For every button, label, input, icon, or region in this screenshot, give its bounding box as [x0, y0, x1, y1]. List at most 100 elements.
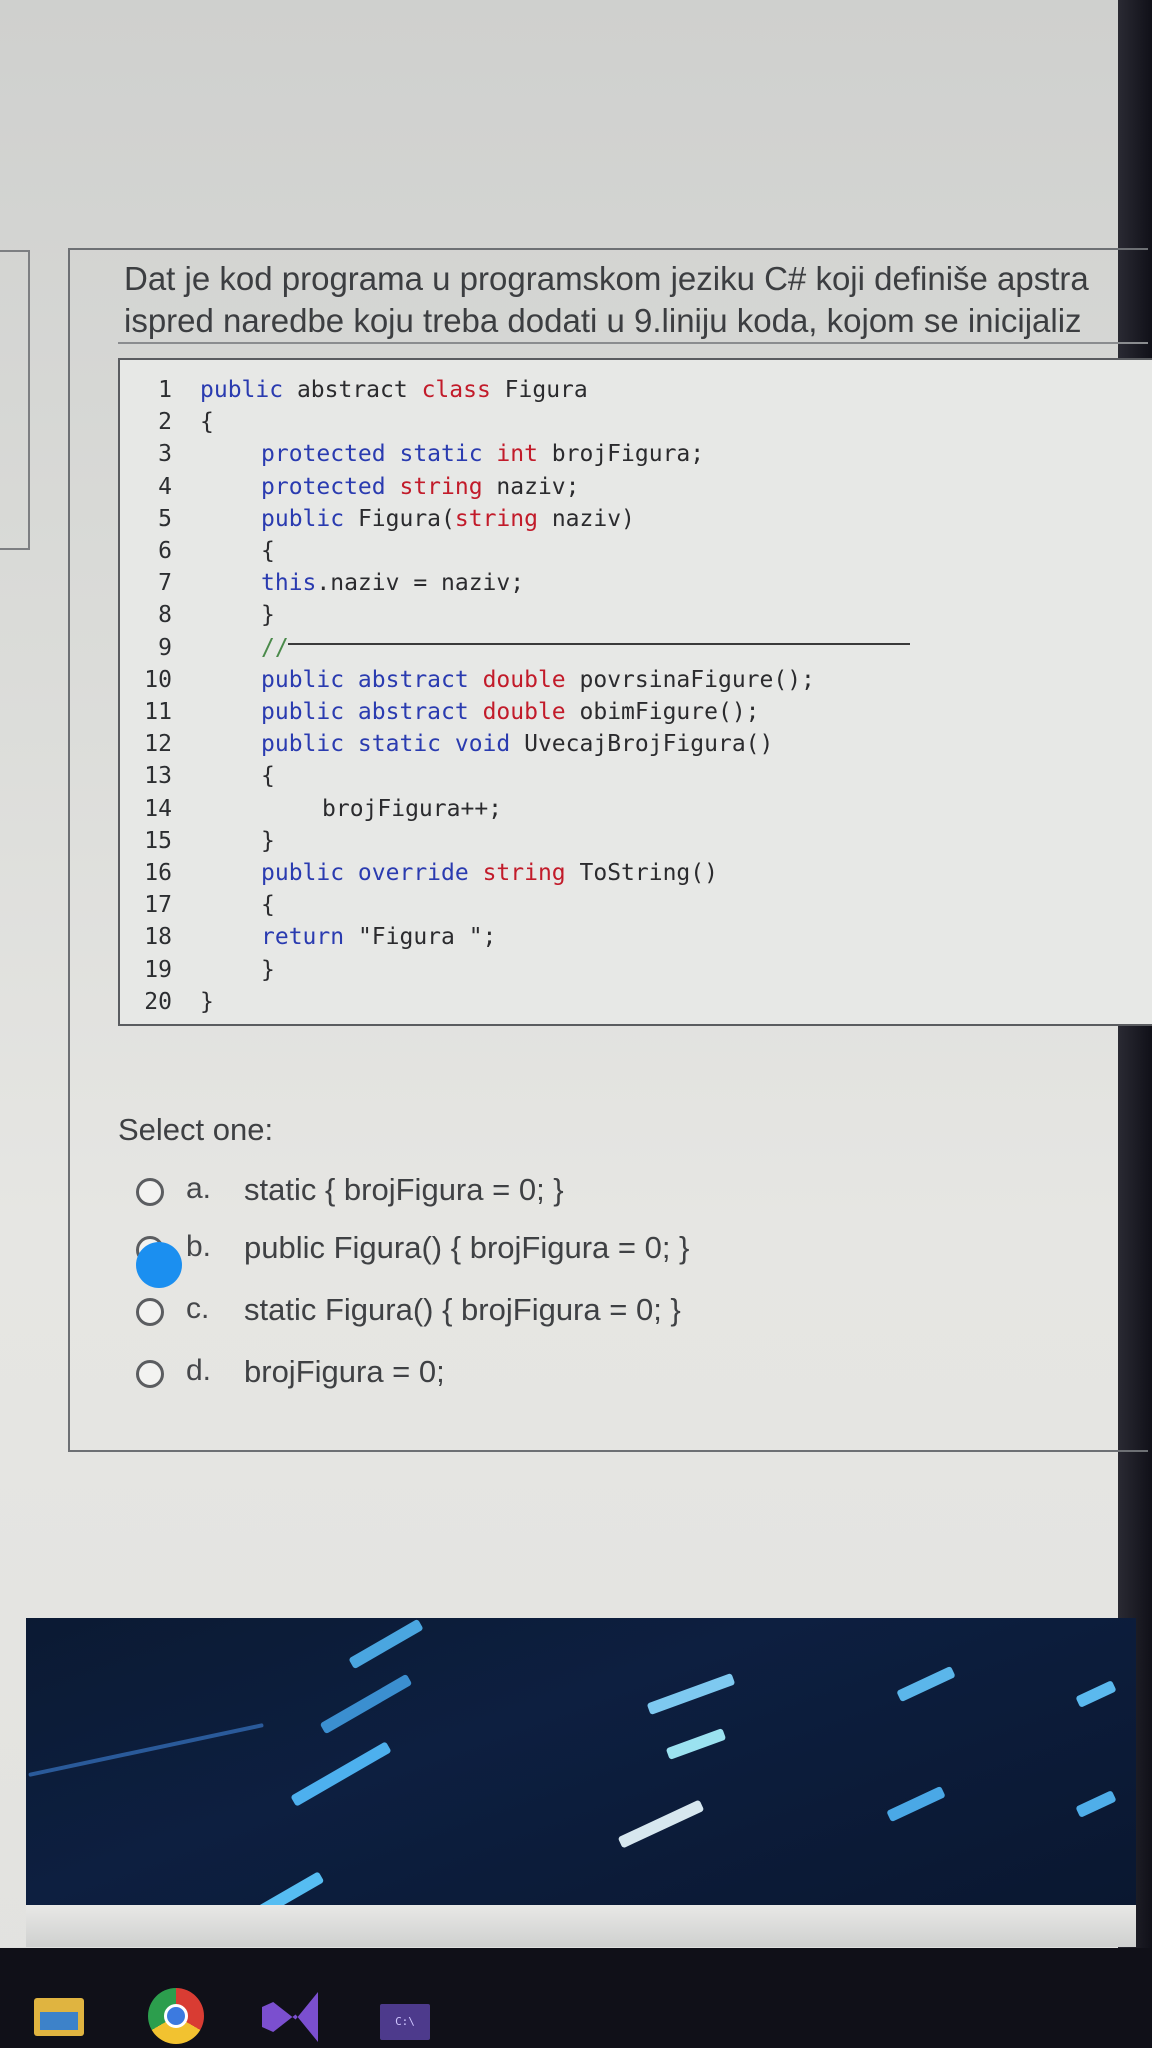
code-token: brojFigura++; — [322, 795, 503, 822]
code-line: 4 protected string naziv; — [120, 471, 1120, 503]
code-token: naziv; — [496, 473, 580, 500]
option-b-letter: b. — [186, 1230, 212, 1263]
code-line: 6{ — [120, 535, 1120, 567]
code-token: { — [261, 892, 275, 919]
question-divider — [118, 342, 1148, 344]
code-line: 7 this.naziv = naziv; — [120, 567, 1120, 599]
code-text: public static void UvecajBrojFigura() — [261, 728, 773, 760]
option-d-letter: d. — [186, 1354, 212, 1387]
option-c-text: static Figura() { brojFigura = 0; } — [244, 1292, 681, 1327]
desktop-wallpaper — [26, 1618, 1136, 1910]
code-line: 14 brojFigura++; — [120, 793, 1120, 825]
code-token: protected — [261, 473, 400, 500]
code-line: 11 public abstract double obimFigure(); — [120, 696, 1120, 728]
code-line: 17 { — [120, 889, 1120, 921]
code-token: naziv) — [551, 505, 635, 532]
code-text: public abstract double povrsinaFigure(); — [261, 664, 815, 696]
touch-indicator — [136, 1242, 182, 1288]
line-number: 19 — [144, 956, 172, 983]
option-b[interactable]: b. public Figura() { brojFigura = 0; } — [136, 1230, 1036, 1274]
code-token: this — [261, 570, 317, 597]
code-token: povrsinaFigure(); — [579, 666, 815, 693]
code-token: public — [261, 505, 358, 532]
code-line: 10 public abstract double povrsinaFigure(… — [120, 664, 1120, 696]
code-text: { — [261, 889, 275, 921]
code-line: 9 // — [120, 632, 1120, 664]
radio-option-c[interactable] — [136, 1298, 164, 1326]
code-token: class — [421, 377, 505, 403]
line-number: 20 — [144, 988, 172, 1015]
code-text: { — [200, 406, 214, 438]
code-token: "Figura "; — [357, 924, 497, 951]
code-line: 12 public static void UvecajBrojFigura() — [120, 728, 1120, 760]
code-token: protected static — [261, 441, 497, 468]
option-a[interactable]: a. static { brojFigura = 0; } — [136, 1172, 1036, 1216]
code-text: public abstract class Figura — [200, 374, 588, 406]
chrome-icon[interactable] — [148, 1988, 204, 2044]
code-token: string — [399, 473, 497, 500]
side-panel — [0, 250, 30, 550]
terminal-icon[interactable]: C:\ — [380, 2004, 430, 2040]
code-text: } — [200, 986, 214, 1018]
code-token: .naziv = naziv; — [316, 570, 525, 597]
code-token: { — [200, 409, 214, 436]
radio-option-d[interactable] — [136, 1360, 164, 1388]
line-number: 13 — [144, 763, 172, 790]
code-token: UvecajBrojFigura() — [524, 731, 774, 758]
code-token: public — [200, 377, 297, 403]
code-token: abstract — [296, 377, 422, 403]
code-line: 16 public override string ToString() — [120, 857, 1120, 889]
option-b-text: public Figura() { brojFigura = 0; } — [244, 1230, 690, 1265]
line-number: 5 — [158, 505, 172, 532]
option-a-text: static { brojFigura = 0; } — [244, 1172, 564, 1207]
line-number: 16 — [144, 860, 172, 886]
code-token: } — [261, 602, 275, 629]
code-text: } — [261, 954, 275, 986]
folder-icon[interactable] — [34, 1998, 84, 2036]
question-line-1: Dat je kod programa u programskom jeziku… — [124, 260, 1089, 297]
code-line: 8} — [120, 599, 1120, 631]
line-number: 18 — [144, 924, 172, 951]
option-d[interactable]: d. brojFigura = 0; — [136, 1354, 1036, 1398]
code-line: 5 public Figura(string naziv) — [120, 503, 1120, 535]
code-line: 3 protected static int brojFigura; — [120, 438, 1120, 470]
line-number: 6 — [158, 538, 172, 564]
code-text: protected static int brojFigura; — [261, 438, 704, 470]
code-text: } — [261, 599, 275, 631]
code-token: { — [261, 538, 275, 564]
code-text: { — [261, 760, 275, 792]
code-token: string — [482, 860, 580, 886]
code-token: obimFigure(); — [579, 699, 760, 725]
select-one-label: Select one: — [118, 1112, 274, 1147]
code-token: string — [454, 505, 552, 532]
code-token: } — [261, 827, 275, 854]
code-line: 19} — [120, 954, 1120, 986]
question-line-2: ispred naredbe koju treba dodati u 9.lin… — [124, 302, 1082, 339]
option-d-text: brojFigura = 0; — [244, 1354, 445, 1389]
line-number: 10 — [144, 666, 172, 693]
option-a-letter: a. — [186, 1172, 212, 1205]
radio-option-a[interactable] — [136, 1178, 164, 1206]
code-text: this.naziv = naziv; — [261, 567, 524, 599]
code-token: ToString() — [579, 860, 718, 886]
code-token: public abstract — [261, 666, 483, 693]
line-number: 7 — [158, 570, 172, 597]
code-token: Figura — [504, 377, 588, 403]
code-text: public abstract double obimFigure(); — [261, 696, 760, 728]
code-text: // — [261, 632, 289, 664]
code-text: return "Figura "; — [261, 921, 496, 953]
code-token: brojFigura; — [551, 441, 705, 468]
code-token: public static void — [261, 731, 525, 758]
code-line: 15} — [120, 825, 1120, 857]
code-text: } — [261, 825, 275, 857]
code-text: protected string naziv; — [261, 471, 580, 503]
code-text: { — [261, 535, 275, 567]
question-text: Dat je kod programa u programskom jeziku… — [124, 258, 1124, 342]
code-blank-line — [288, 643, 910, 645]
code-token: } — [261, 956, 275, 983]
code-token: Figura( — [357, 505, 455, 532]
line-number: 8 — [158, 602, 172, 629]
system-bar — [26, 1905, 1136, 1947]
option-c[interactable]: c. static Figura() { brojFigura = 0; } — [136, 1292, 1036, 1336]
line-number: 17 — [144, 892, 172, 919]
